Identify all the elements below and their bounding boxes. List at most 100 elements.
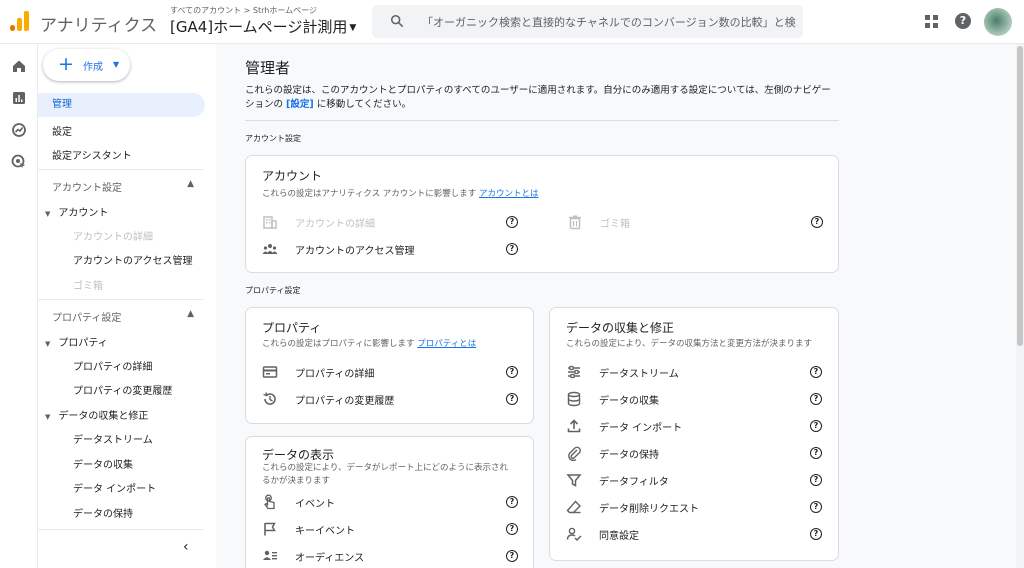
help-icon[interactable]: ?: [810, 393, 822, 405]
row-label: キーイベント: [295, 526, 355, 537]
nav-item-data-import[interactable]: データ インポート: [73, 480, 156, 495]
row-label: イベント: [295, 499, 335, 510]
data-filters-row[interactable]: データフィルタ ?: [566, 471, 826, 489]
scrollbar-thumb[interactable]: [1017, 46, 1023, 346]
admin-nav: + 作成 ▼ 管理 設定 設定アシスタント アカウント設定 ▲ ▼ アカウント アカ…: [38, 44, 216, 568]
nav-item-setup-assistant[interactable]: 設定アシスタント: [52, 147, 132, 162]
nav-group-label: プロパティ: [58, 338, 108, 349]
consent-settings-row[interactable]: 同意設定 ?: [566, 525, 826, 543]
create-label: 作成: [83, 62, 103, 73]
property-history-row[interactable]: プロパティの変更履歴 ?: [262, 390, 522, 408]
property-details-row[interactable]: プロパティの詳細 ?: [262, 363, 522, 381]
nav-group-label: アカウント: [58, 208, 109, 219]
left-rail: [0, 44, 38, 568]
history-icon: [263, 392, 276, 405]
top-bar: アナリティクス すべてのアカウント > Strhホームページ [GA4]ホームペ…: [0, 0, 1024, 44]
app-title[interactable]: アナリティクス: [40, 11, 157, 36]
help-icon[interactable]: ?: [955, 13, 971, 29]
analytics-logo[interactable]: [10, 11, 30, 31]
data-deletion-row[interactable]: データ削除リクエスト ?: [566, 498, 826, 516]
what-is-property-link[interactable]: プロパティとは: [417, 339, 476, 349]
account-details-row[interactable]: アカウントの詳細 ?: [262, 213, 522, 231]
audience-icon: [263, 550, 277, 560]
data-collection-card: データの収集と修正 これらの設定により、データの収集方法と変更方法が決まります …: [549, 307, 839, 561]
help-icon[interactable]: ?: [810, 474, 822, 486]
collapse-nav-chevron-icon[interactable]: ‹: [183, 539, 189, 555]
property-selector[interactable]: [GA4]ホームページ計測用 ▼: [170, 16, 356, 37]
nav-group-property[interactable]: ▼ プロパティ: [45, 334, 108, 349]
explore-icon[interactable]: [11, 122, 27, 138]
row-label: プロパティの詳細: [295, 369, 375, 380]
nav-group-account[interactable]: ▼ アカウント: [45, 204, 108, 219]
chevron-down-icon: ▼: [113, 60, 120, 69]
data-collection-row[interactable]: データの収集 ?: [566, 390, 826, 408]
key-events-row[interactable]: キーイベント ?: [262, 520, 522, 538]
account-settings-heading: アカウント設定: [245, 134, 301, 143]
breadcrumb[interactable]: すべてのアカウント > Strhホームページ: [170, 5, 317, 16]
help-icon[interactable]: ?: [506, 550, 518, 562]
nav-item-settings[interactable]: 設定: [52, 123, 72, 138]
trash-icon: [569, 215, 581, 230]
help-icon[interactable]: ?: [810, 501, 822, 513]
help-icon[interactable]: ?: [506, 243, 518, 255]
divider: [38, 169, 204, 170]
reports-icon[interactable]: [11, 90, 27, 106]
help-icon[interactable]: ?: [506, 496, 518, 508]
section-account-settings[interactable]: アカウント設定 ▲: [38, 179, 204, 194]
events-row[interactable]: イベント ?: [262, 493, 522, 511]
account-access-row[interactable]: アカウントのアクセス管理 ?: [262, 240, 522, 258]
nav-item-property-history[interactable]: プロパティの変更履歴: [73, 382, 172, 397]
help-icon[interactable]: ?: [810, 447, 822, 459]
avatar[interactable]: [984, 8, 1012, 36]
streams-icon: [568, 365, 580, 379]
row-label: データストリーム: [599, 369, 679, 380]
flag-icon: [264, 522, 276, 536]
nav-group-data-collection[interactable]: ▼ データの収集と修正: [45, 407, 148, 422]
database-icon: [567, 391, 581, 407]
help-icon[interactable]: ?: [506, 393, 518, 405]
trash-row[interactable]: ゴミ箱 ?: [567, 213, 827, 231]
help-icon[interactable]: ?: [810, 366, 822, 378]
divider: [38, 299, 204, 300]
upload-icon: [567, 419, 581, 433]
help-icon[interactable]: ?: [506, 216, 518, 228]
search-input[interactable]: 「オーガニック検索と直接的なチャネルでのコンバージョン数の比較」と検...: [422, 14, 797, 30]
search-bar[interactable]: 「オーガニック検索と直接的なチャネルでのコンバージョン数の比較」と検...: [372, 5, 803, 38]
help-icon[interactable]: ?: [506, 366, 518, 378]
home-icon[interactable]: [11, 58, 27, 74]
person-check-icon: [566, 527, 582, 542]
create-button[interactable]: + 作成 ▼: [43, 49, 130, 81]
data-display-card: データの表示 これらの設定により、データがレポート上にどのように表示され るかが…: [245, 436, 534, 568]
advertising-icon[interactable]: [11, 154, 27, 170]
row-label: データの収集: [599, 396, 659, 407]
help-icon[interactable]: ?: [810, 420, 822, 432]
apps-grid-icon[interactable]: [925, 15, 938, 28]
section-property-settings[interactable]: プロパティ設定 ▲: [38, 309, 204, 324]
page-title: 管理者: [245, 59, 291, 77]
nav-item-property-details[interactable]: プロパティの詳細: [73, 358, 152, 373]
settings-link[interactable]: [設定]: [286, 99, 314, 110]
help-icon[interactable]: ?: [506, 523, 518, 535]
nav-item-admin[interactable]: 管理: [38, 93, 205, 117]
row-label: プロパティの変更履歴: [295, 396, 395, 407]
nav-group-label: データの収集と修正: [58, 411, 149, 422]
nav-item-data-streams[interactable]: データストリーム: [73, 431, 153, 446]
nav-item-trash[interactable]: ゴミ箱: [73, 277, 103, 292]
row-label: データフィルタ: [599, 477, 669, 488]
nav-item-account-details[interactable]: アカウントの詳細: [73, 228, 153, 243]
row-label: オーディエンス: [295, 553, 365, 564]
chevron-up-icon: ▲: [187, 179, 194, 189]
row-label: ゴミ箱: [600, 219, 630, 230]
nav-item-data-retention[interactable]: データの保持: [73, 505, 133, 520]
eraser-icon: [566, 500, 581, 514]
what-is-account-link[interactable]: アカウントとは: [479, 189, 539, 199]
help-icon[interactable]: ?: [810, 528, 822, 540]
nav-item-data-collection[interactable]: データの収集: [73, 456, 133, 471]
plus-icon: +: [58, 53, 74, 75]
audiences-row[interactable]: オーディエンス ?: [262, 547, 522, 565]
data-import-row[interactable]: データ インポート ?: [566, 417, 826, 435]
nav-item-account-access[interactable]: アカウントのアクセス管理: [73, 252, 193, 267]
help-icon[interactable]: ?: [811, 216, 823, 228]
data-retention-row[interactable]: データの保持 ?: [566, 444, 826, 462]
data-streams-row[interactable]: データストリーム ?: [566, 363, 826, 381]
